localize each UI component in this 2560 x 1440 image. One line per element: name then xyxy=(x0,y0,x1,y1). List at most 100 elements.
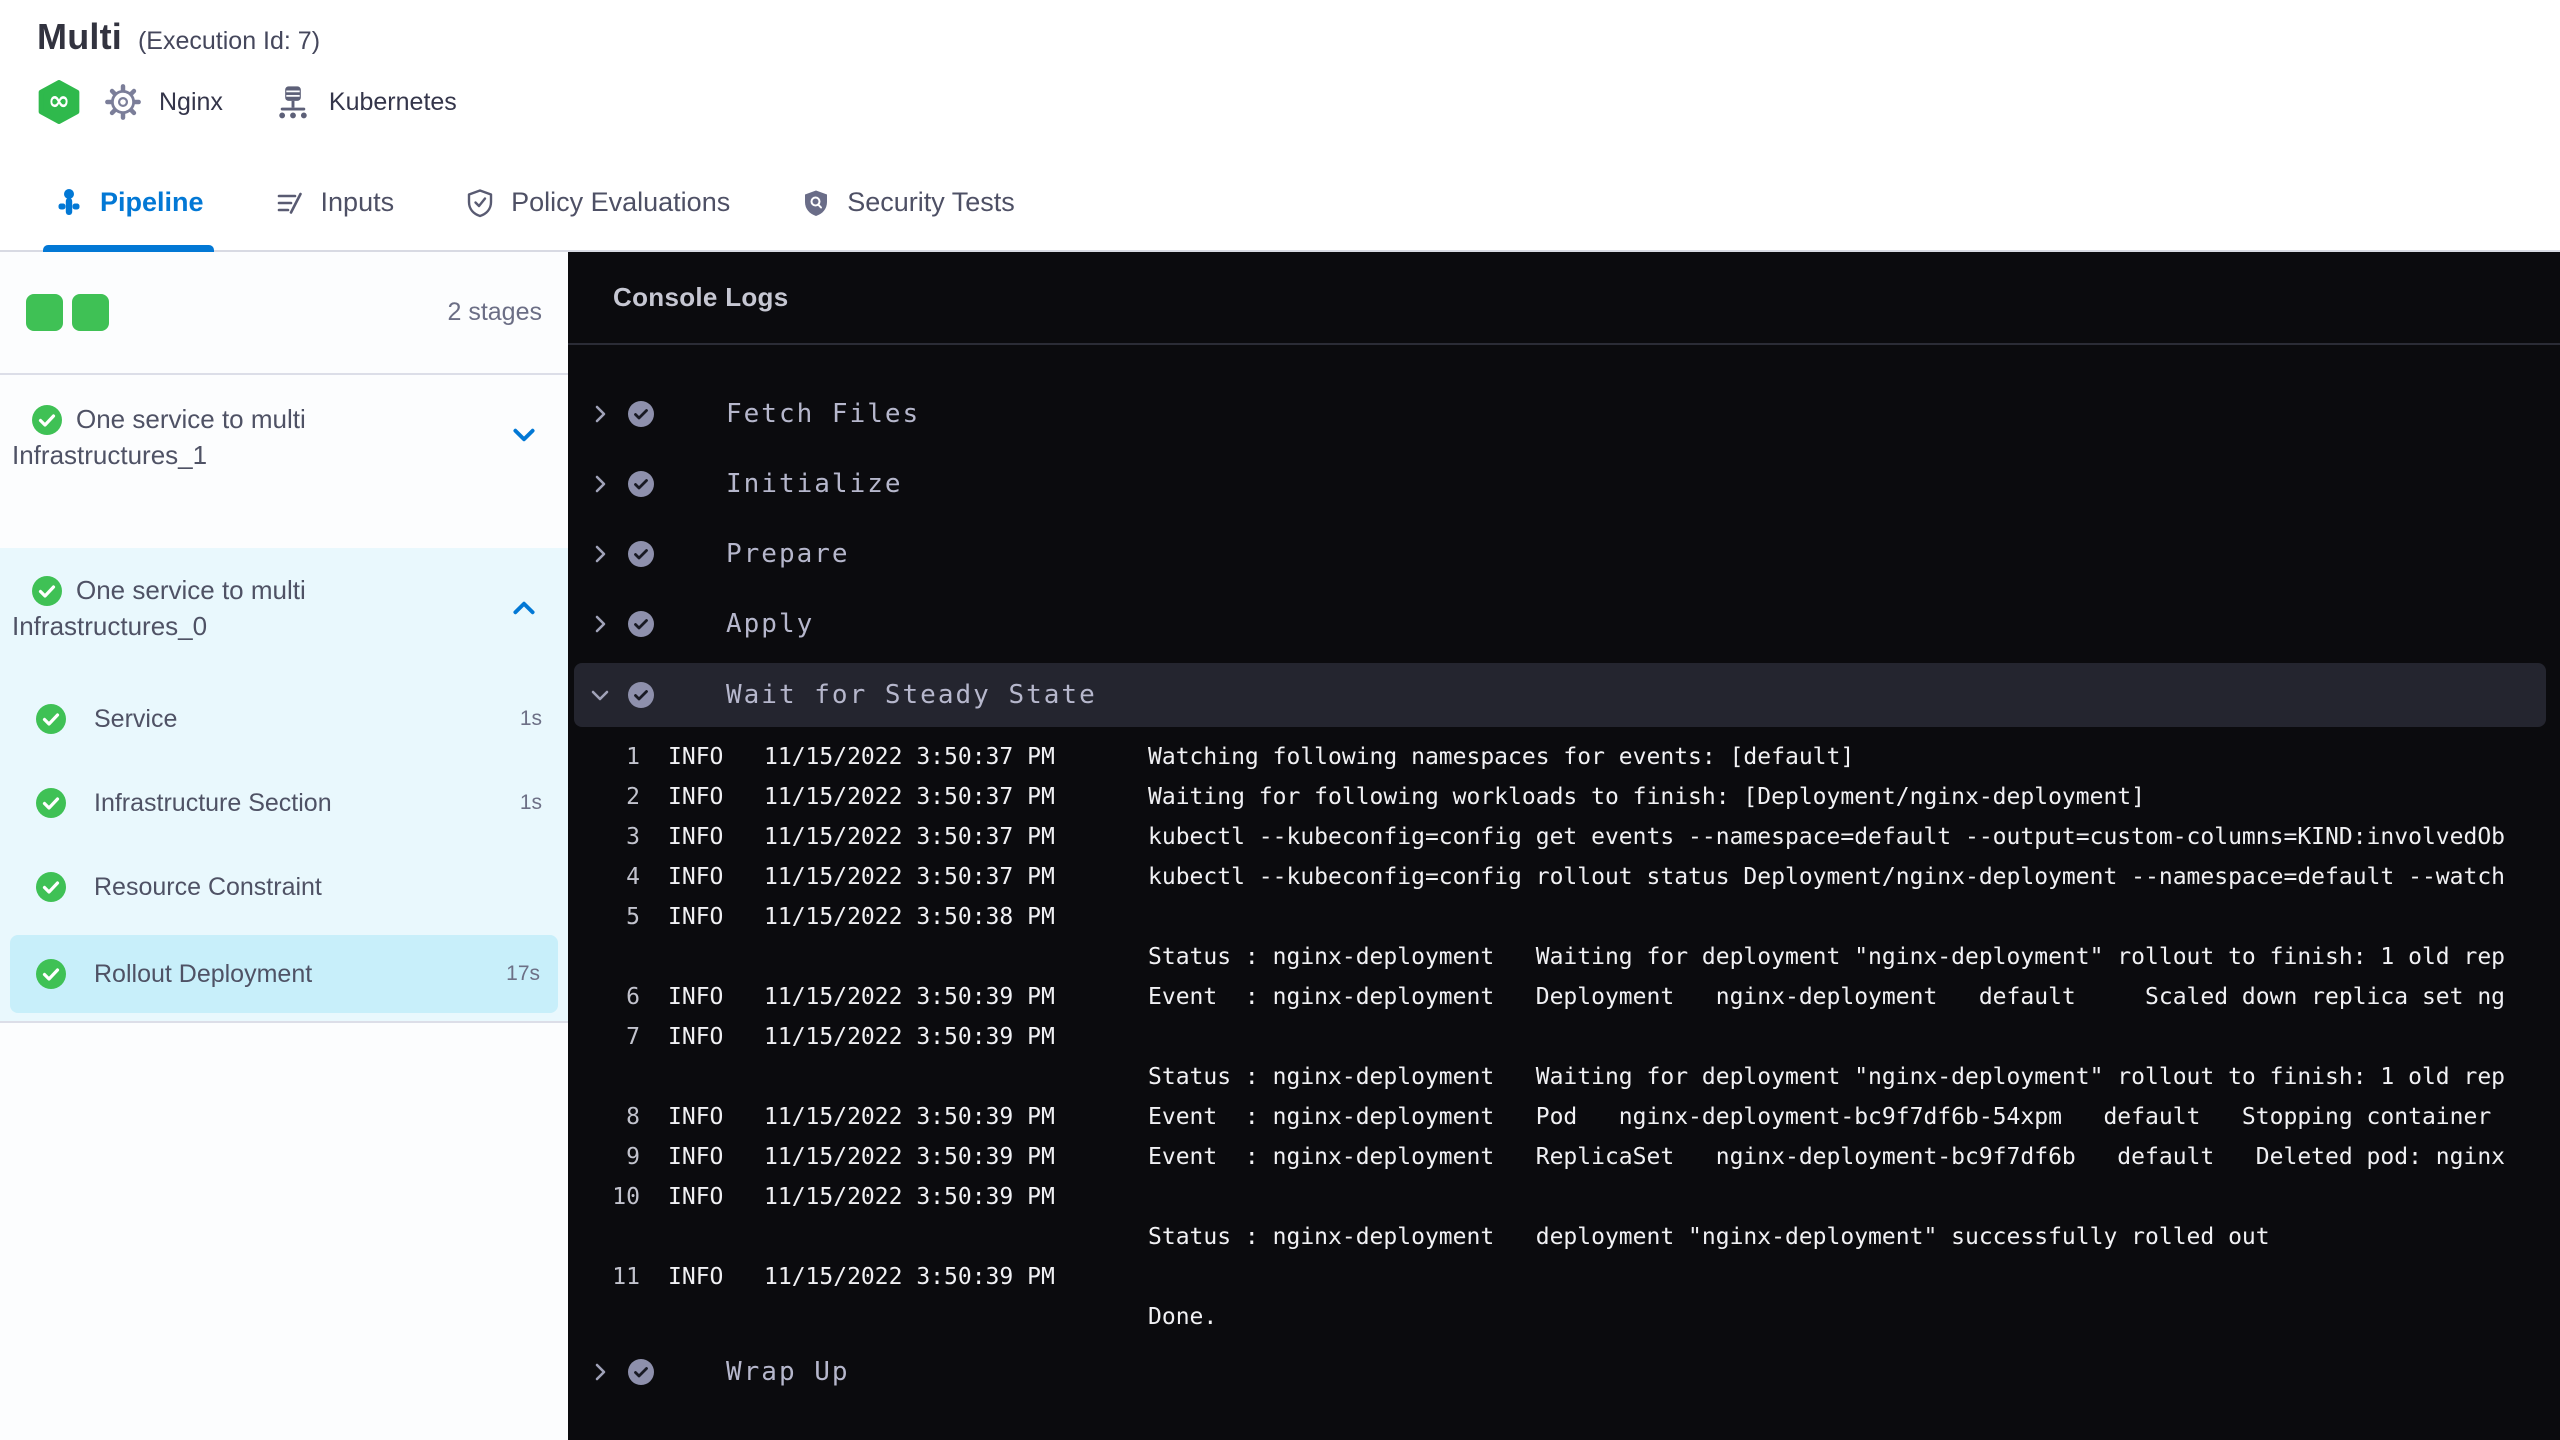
log-line-continuation: Status : nginx-deployment Waiting for de… xyxy=(568,937,2560,977)
log-line: 4 INFO 11/15/2022 3:50:37 PM kubectl --kube… xyxy=(568,857,2560,897)
log-level: INFO xyxy=(668,824,724,850)
step-success-badge-icon xyxy=(628,471,654,497)
stages-summary-row: 2 stages xyxy=(0,252,568,375)
step-item-infrastructure-section[interactable]: Infrastructure Section 1s xyxy=(0,761,568,845)
tab-security-tests[interactable]: Security Tests xyxy=(800,155,1015,250)
console-steps: Fetch Files Initialize Prepare Apply Wai… xyxy=(568,345,2560,1407)
log-level: INFO xyxy=(668,904,724,930)
chevron-down-icon[interactable] xyxy=(510,421,538,449)
step-success-badge-icon xyxy=(628,682,654,708)
log-line-number: 10 xyxy=(612,1184,640,1210)
stage-name: One service to multi Infrastructures_0 xyxy=(12,575,306,641)
service-label: Nginx xyxy=(159,87,223,116)
tab-pipeline-label: Pipeline xyxy=(100,187,204,217)
header: Multi (Execution Id: 7) ∞ Nginx Kubernet… xyxy=(0,0,2560,155)
content: 2 stages One service to multi Infrastruc… xyxy=(0,252,2560,1440)
log-timestamp: 11/15/2022 3:50:38 PM xyxy=(764,904,1055,930)
step-item-resource-constraint[interactable]: Resource Constraint xyxy=(0,845,568,929)
page-title: Multi xyxy=(37,16,122,57)
expanded-stage-section: One service to multi Infrastructures_0 S… xyxy=(0,548,568,1023)
log-timestamp: 11/15/2022 3:50:37 PM xyxy=(764,824,1055,850)
log-timestamp: 11/15/2022 3:50:39 PM xyxy=(764,1184,1055,1210)
shield-check-icon xyxy=(464,187,496,219)
log-timestamp: 11/15/2022 3:50:39 PM xyxy=(764,1264,1055,1290)
log-line-number: 6 xyxy=(626,984,640,1010)
stage-success-square xyxy=(26,294,63,331)
tab-policy-evaluations[interactable]: Policy Evaluations xyxy=(464,155,730,250)
log-line: 8 INFO 11/15/2022 3:50:39 PM Event : nginx-… xyxy=(568,1097,2560,1137)
log-message: kubectl --kubeconfig=config get events -… xyxy=(1148,824,2506,850)
log-level: INFO xyxy=(668,744,724,770)
stage-success-square xyxy=(72,294,109,331)
chevron-right-icon[interactable] xyxy=(588,612,612,636)
tab-policy-evaluations-label: Policy Evaluations xyxy=(511,187,731,217)
pipeline-execution-page: Multi (Execution Id: 7) ∞ Nginx Kubernet… xyxy=(0,0,2560,1440)
log-lines: 1 INFO 11/15/2022 3:50:37 PM Watching follo… xyxy=(568,737,2560,1337)
console-step-prepare[interactable]: Prepare xyxy=(568,519,2560,589)
step-duration: 1s xyxy=(519,791,542,814)
cd-module-icon: ∞ xyxy=(37,80,81,124)
chevron-up-icon[interactable] xyxy=(510,594,538,622)
tab-inputs-label: Inputs xyxy=(320,187,395,217)
execution-id: (Execution Id: 7) xyxy=(137,27,321,55)
log-message: Watching following namespaces for events… xyxy=(1148,744,1855,770)
log-line-number: 3 xyxy=(626,824,640,850)
log-line-number: 9 xyxy=(626,1144,640,1170)
console-step-label: Wrap Up xyxy=(726,1357,850,1387)
log-message: kubectl --kubeconfig=config rollout stat… xyxy=(1148,864,2506,890)
log-message: Event : nginx-deployment Deployment ngin… xyxy=(1148,984,2506,1010)
log-line: 2 INFO 11/15/2022 3:50:37 PM Waiting for fo… xyxy=(568,777,2560,817)
log-message: Event : nginx-deployment ReplicaSet ngin… xyxy=(1148,1144,2506,1170)
log-line: 7 INFO 11/15/2022 3:50:39 PM xyxy=(568,1017,2560,1057)
console-step-wrap-up[interactable]: Wrap Up xyxy=(568,1337,2560,1407)
log-message: Status : nginx-deployment Waiting for de… xyxy=(1148,1064,2506,1090)
log-line: 10 INFO 11/15/2022 3:50:39 PM xyxy=(568,1177,2560,1217)
tab-inputs[interactable]: Inputs xyxy=(274,155,395,250)
step-success-badge-icon xyxy=(628,1359,654,1385)
log-timestamp: 11/15/2022 3:50:37 PM xyxy=(764,784,1055,810)
log-level: INFO xyxy=(668,864,724,890)
log-line-continuation: Status : nginx-deployment Waiting for de… xyxy=(568,1057,2560,1097)
log-line-number: 5 xyxy=(626,904,640,930)
console-step-wait-for-steady-state[interactable]: Wait for Steady State xyxy=(574,663,2546,727)
log-timestamp: 11/15/2022 3:50:39 PM xyxy=(764,1104,1055,1130)
chevron-down-icon[interactable] xyxy=(588,683,612,707)
log-message: Event : nginx-deployment Pod nginx-deplo… xyxy=(1148,1104,2492,1130)
step-item-rollout-deployment[interactable]: Rollout Deployment 17s xyxy=(10,935,558,1013)
step-item-service[interactable]: Service 1s xyxy=(0,677,568,761)
chevron-right-icon[interactable] xyxy=(588,1360,612,1384)
success-check-icon xyxy=(36,704,66,734)
log-line-number: 11 xyxy=(612,1264,640,1290)
log-level: INFO xyxy=(668,1184,724,1210)
shield-scan-icon xyxy=(800,187,832,219)
chevron-right-icon[interactable] xyxy=(588,402,612,426)
step-label: Rollout Deployment xyxy=(94,959,313,988)
step-label: Service xyxy=(94,704,178,733)
log-message: Waiting for following workloads to finis… xyxy=(1148,784,2145,810)
environment-entity[interactable]: Kubernetes xyxy=(271,80,457,124)
log-level: INFO xyxy=(668,984,724,1010)
success-check-icon xyxy=(36,959,66,989)
stage-item-1[interactable]: One service to multi Infrastructures_1 xyxy=(0,375,568,548)
console-step-initialize[interactable]: Initialize xyxy=(568,449,2560,519)
stage-status-squares xyxy=(26,294,109,331)
console-step-apply[interactable]: Apply xyxy=(568,589,2560,659)
log-line-continuation: Done. xyxy=(568,1297,2560,1337)
tab-pipeline[interactable]: Pipeline xyxy=(43,155,214,252)
log-line: 6 INFO 11/15/2022 3:50:39 PM Event : nginx-… xyxy=(568,977,2560,1017)
chevron-right-icon[interactable] xyxy=(588,542,612,566)
title-row: Multi (Execution Id: 7) xyxy=(37,0,2560,58)
console-step-label: Prepare xyxy=(726,539,850,569)
service-entity[interactable]: Nginx xyxy=(101,80,223,124)
console-header: Console Logs xyxy=(568,252,2560,345)
console-step-fetch-files[interactable]: Fetch Files xyxy=(568,379,2560,449)
success-check-icon xyxy=(36,872,66,902)
log-line: 1 INFO 11/15/2022 3:50:37 PM Watching follo… xyxy=(568,737,2560,777)
chevron-right-icon[interactable] xyxy=(588,472,612,496)
stage-item-0[interactable]: One service to multi Infrastructures_0 xyxy=(0,548,568,677)
step-label: Resource Constraint xyxy=(94,872,322,901)
log-line-continuation: Status : nginx-deployment deployment "ng… xyxy=(568,1217,2560,1257)
success-check-icon xyxy=(32,405,62,435)
log-message: Status : nginx-deployment deployment "ng… xyxy=(1148,1224,2270,1250)
svg-text:∞: ∞ xyxy=(48,86,70,117)
